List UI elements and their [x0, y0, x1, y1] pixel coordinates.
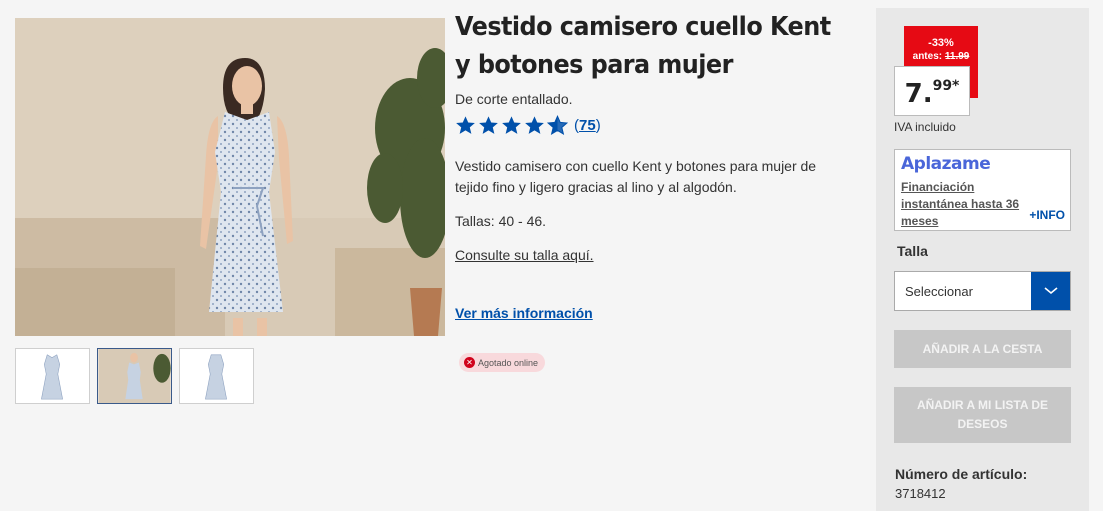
star-icon: [502, 116, 521, 134]
article-number: 3718412: [895, 486, 946, 501]
chevron-down-icon[interactable]: [1031, 272, 1070, 310]
financing-more-info[interactable]: +INFO: [1029, 208, 1065, 222]
size-label: Talla: [897, 243, 928, 259]
financing-box[interactable]: Aplazame Financiación instantánea hasta …: [894, 149, 1071, 231]
price-box: 7.99*: [894, 66, 970, 116]
tax-note: IVA incluido: [894, 120, 956, 134]
page-scrollbar[interactable]: [1090, 0, 1103, 511]
thumbnail-model[interactable]: [97, 348, 172, 404]
buy-box: -33% antes: 11.99 7.99* IVA incluido Apl…: [876, 8, 1089, 511]
price-integer: 7.: [904, 79, 933, 109]
reviews-link[interactable]: 75: [579, 117, 596, 134]
previous-price: antes: 11.99: [904, 51, 978, 62]
stock-status-text: Agotado online: [478, 357, 539, 368]
add-to-wishlist-button[interactable]: AÑADIR A MI LISTA DE DESEOS: [894, 387, 1071, 443]
size-select-value[interactable]: Seleccionar: [895, 272, 1031, 310]
stock-status-badge: ✕ Agotado online: [459, 353, 546, 372]
product-info: Vestido camisero cuello Kent y botones p…: [455, 8, 855, 372]
thumbnail-strip: [15, 348, 254, 404]
current-price: 7.99*: [904, 78, 960, 109]
product-main-image[interactable]: [15, 18, 445, 336]
size-select[interactable]: Seleccionar: [894, 271, 1071, 311]
star-half-icon: [547, 115, 568, 135]
star-icon: [525, 116, 544, 134]
sizes-text: Tallas: 40 - 46.: [455, 213, 547, 229]
rating-count[interactable]: (75): [574, 117, 601, 134]
size-guide-link[interactable]: Consulte su talla aquí.: [455, 247, 594, 263]
discount-percent: -33%: [928, 37, 954, 49]
product-title: Vestido camisero cuello Kent y botones p…: [455, 12, 831, 80]
financing-link[interactable]: Financiación instantánea hasta 36 meses: [901, 179, 1031, 230]
more-info-link[interactable]: Ver más información: [455, 305, 593, 321]
product-description: Vestido camisero con cuello Kent y boton…: [455, 158, 817, 195]
rating[interactable]: (75): [455, 115, 855, 136]
price-decimals: 99*: [932, 78, 960, 94]
aplazame-logo: Aplazame: [901, 154, 991, 174]
thumbnail-dress-back[interactable]: [179, 348, 254, 404]
thumbnail-dress-front[interactable]: [15, 348, 90, 404]
previous-price-value: 11.99: [944, 51, 970, 62]
star-icon: [479, 116, 498, 134]
star-icon: [456, 116, 475, 134]
article-number-label: Número de artículo:: [895, 466, 1028, 482]
product-subtitle: De corte entallado.: [455, 91, 573, 107]
add-to-cart-button[interactable]: AÑADIR A LA CESTA: [894, 330, 1071, 368]
previous-price-label: antes:: [912, 51, 943, 62]
x-circle-icon: ✕: [464, 357, 475, 368]
